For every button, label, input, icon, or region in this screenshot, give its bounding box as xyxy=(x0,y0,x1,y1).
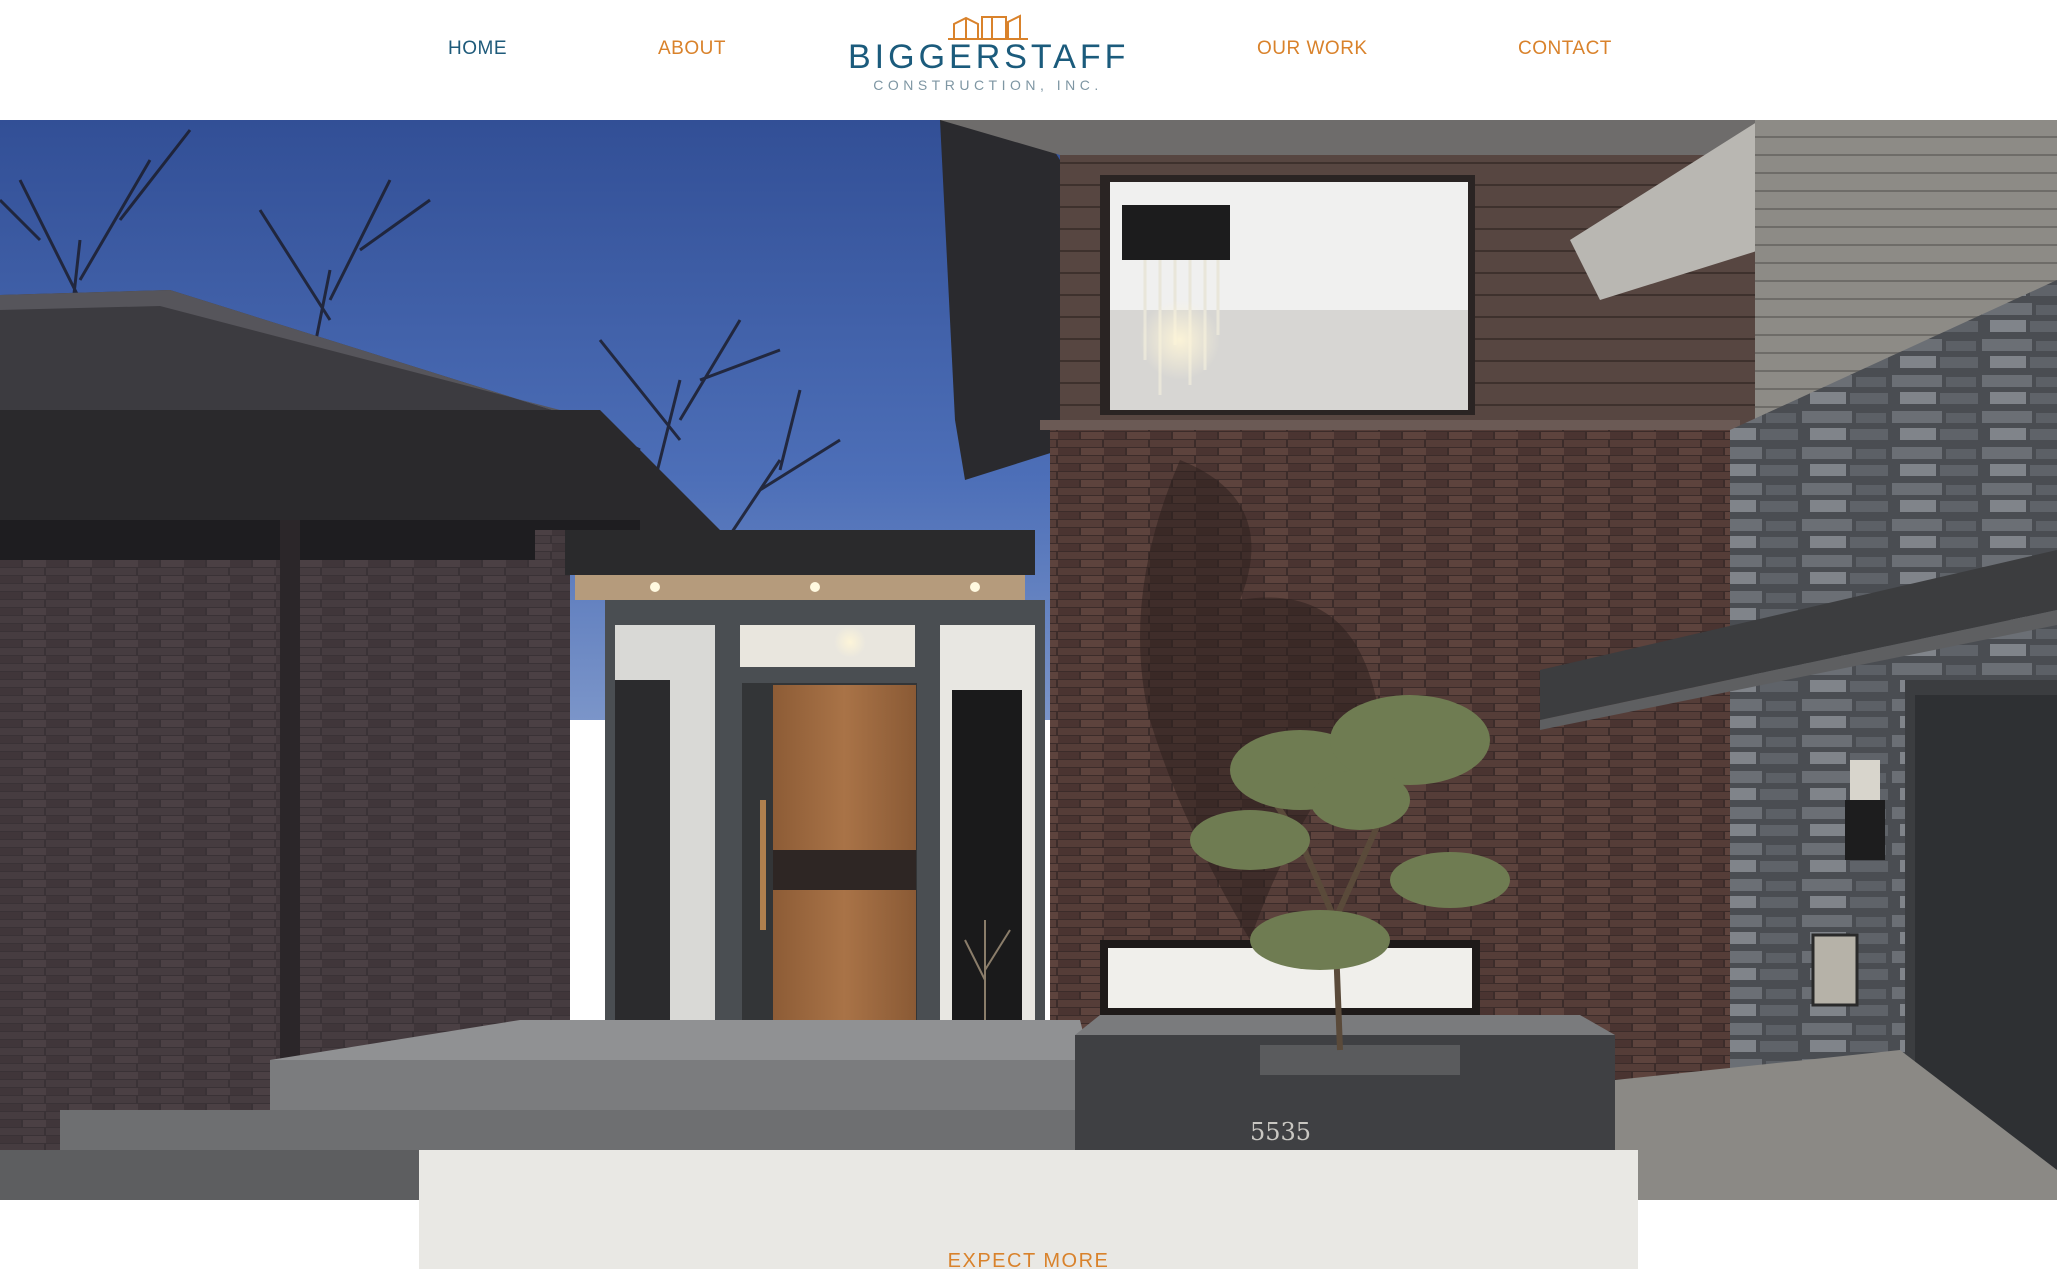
nav-about-link[interactable]: ABOUT xyxy=(658,38,726,60)
site-header: HOME ABOUT BIGGERSTAFF CONSTRUCTION, INC… xyxy=(0,0,2057,120)
nav-home-link[interactable]: HOME xyxy=(448,38,507,60)
logo-subtitle: CONSTRUCTION, INC. xyxy=(873,77,1103,93)
site-logo[interactable]: BIGGERSTAFF CONSTRUCTION, INC. xyxy=(848,8,1128,98)
nav-contact-link[interactable]: CONTACT xyxy=(1518,38,1612,60)
logo-wordmark: BIGGERSTAFF xyxy=(848,38,1130,76)
house-number: 5535 xyxy=(1250,1118,1311,1146)
card-title: EXPECT MORE xyxy=(947,1250,1110,1272)
house-exterior-illustration: 5535 xyxy=(0,120,2057,1200)
hero-image: 5535 xyxy=(0,120,2057,1200)
intro-card: EXPECT MORE xyxy=(419,1150,1638,1272)
nav-our-work-link[interactable]: OUR WORK xyxy=(1257,38,1368,60)
